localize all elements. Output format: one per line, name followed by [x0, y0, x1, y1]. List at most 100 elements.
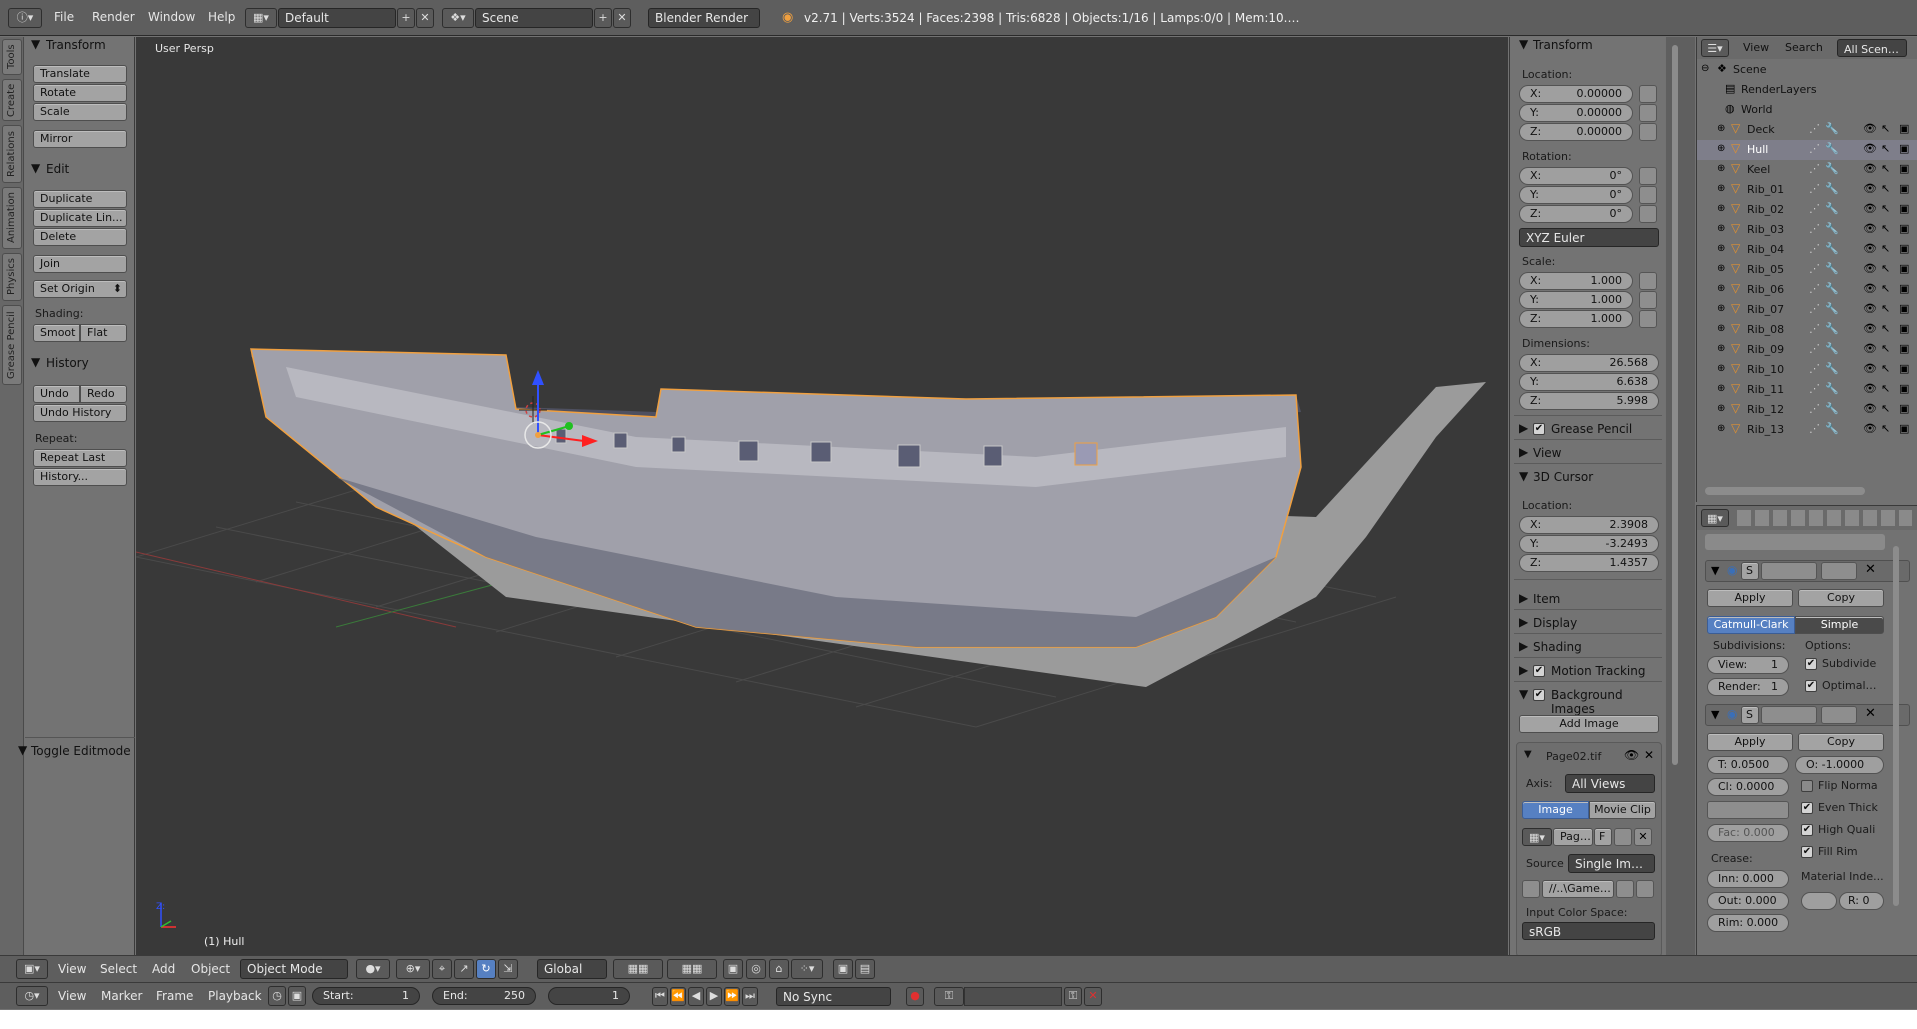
tab-animation[interactable]: Animation	[2, 187, 22, 249]
expand-icon[interactable]: ▶	[1519, 639, 1528, 653]
object-menu[interactable]: Object	[191, 962, 230, 976]
lock-icon[interactable]	[1639, 167, 1657, 185]
clamp-field[interactable]: Cl: 0.0000	[1707, 778, 1789, 796]
rim-material-field[interactable]: R: 0	[1839, 892, 1884, 910]
redo-button[interactable]: Redo	[80, 385, 127, 403]
undo-history-button[interactable]: Undo History	[33, 404, 127, 422]
transform-orientation-dropdown[interactable]: Global	[537, 959, 607, 979]
cursor-select-icon[interactable]: ↖	[1881, 362, 1890, 375]
scale-z-field[interactable]: Z: 1.000	[1519, 310, 1633, 328]
editor-type-properties-icon[interactable]: ▦▾	[1701, 509, 1729, 527]
menu-window[interactable]: Window	[148, 10, 195, 24]
collapse-icon[interactable]: ⊖	[1701, 63, 1709, 74]
expand-icon[interactable]: ▶	[1519, 615, 1528, 629]
add-scene-icon[interactable]: +	[594, 8, 612, 28]
context-tabs[interactable]	[1737, 510, 1912, 526]
outliner-object-row[interactable]: ⊕ ▽ Rib_13 ⋰ 🔧 👁 ↖ ▣	[1697, 420, 1917, 440]
outliner-object-row[interactable]: ⊕ ▽ Rib_02 ⋰ 🔧 👁 ↖ ▣	[1697, 200, 1917, 220]
layers-grid-b[interactable]: ▦▦	[667, 959, 717, 979]
set-origin-dropdown[interactable]: Set Origin ⬍	[33, 280, 127, 298]
cursor-select-icon[interactable]: ↖	[1881, 122, 1890, 135]
select-menu[interactable]: Select	[100, 962, 137, 976]
visibility-toggles[interactable]	[1761, 562, 1817, 580]
jump-start-icon[interactable]: ⏮	[652, 987, 668, 1006]
add-menu[interactable]: Add	[152, 962, 175, 976]
collapse-icon[interactable]: ▼	[1711, 708, 1719, 721]
copy-button[interactable]: Copy	[1798, 589, 1884, 607]
crease-outer-field[interactable]: Out: 0.000	[1707, 892, 1789, 910]
edit-collapse-icon[interactable]: ▼	[31, 161, 40, 175]
scale-y-field[interactable]: Y: 1.000	[1519, 291, 1633, 309]
translate-button[interactable]: Translate	[33, 65, 127, 83]
undo-button[interactable]: Undo	[33, 385, 80, 403]
eye-icon[interactable]: 👁	[1863, 402, 1877, 415]
camera-render-icon[interactable]: ▣	[1899, 142, 1909, 155]
rotation-mode-dropdown[interactable]: XYZ Euler	[1519, 228, 1659, 247]
dimension-x-field[interactable]: X: 26.568	[1519, 354, 1659, 372]
history-button[interactable]: History...	[33, 468, 127, 486]
browse-file-icon[interactable]	[1616, 880, 1634, 898]
cursor-select-icon[interactable]: ↖	[1881, 282, 1890, 295]
copy-button[interactable]: Copy	[1798, 733, 1884, 751]
sync-mode-dropdown[interactable]: No Sync	[776, 987, 891, 1006]
tab-create[interactable]: Create	[2, 79, 22, 121]
item-panel[interactable]: Item	[1533, 592, 1560, 606]
camera-render-icon[interactable]: ▣	[1899, 402, 1909, 415]
cursor-select-icon[interactable]: ↖	[1881, 302, 1890, 315]
start-frame-field[interactable]: Start: 1	[312, 987, 420, 1005]
move-modifier-icons[interactable]	[1821, 706, 1857, 724]
grease-pencil-checkbox[interactable]: ✔	[1533, 423, 1545, 435]
cursor-select-icon[interactable]: ↖	[1881, 342, 1890, 355]
cursor-select-icon[interactable]: ↖	[1881, 182, 1890, 195]
end-frame-field[interactable]: End: 250	[432, 987, 536, 1005]
camera-render-icon[interactable]: ▣	[1899, 162, 1909, 175]
menu-render[interactable]: Render	[92, 10, 135, 24]
eye-icon[interactable]: 👁	[1863, 282, 1877, 295]
editor-type-3d-icon[interactable]: ▣▾	[16, 959, 48, 979]
expand-icon[interactable]: ▶	[1519, 445, 1528, 459]
lock-icon[interactable]	[1639, 186, 1657, 204]
cursor-y-field[interactable]: Y: -3.2493	[1519, 535, 1659, 553]
outliner-object-row[interactable]: ⊕ ▽ Deck ⋰ 🔧 👁 ↖ ▣	[1697, 120, 1917, 140]
camera-render-icon[interactable]: ▣	[1899, 382, 1909, 395]
eye-icon[interactable]: 👁	[1863, 242, 1877, 255]
jump-end-icon[interactable]: ⏭	[742, 987, 758, 1006]
source-dropdown[interactable]: Single Image	[1568, 854, 1655, 873]
expand-icon[interactable]: ⊕	[1717, 203, 1725, 214]
open-image-icon[interactable]	[1614, 828, 1632, 846]
3d-viewport[interactable]: User Persp Z: (1) Hull	[136, 37, 1508, 957]
outliner-object-row[interactable]: ⊕ ▽ Hull ⋰ 🔧 👁 ↖ ▣	[1697, 140, 1917, 160]
outliner-scene-row[interactable]: ⊖ ❖ Scene	[1697, 60, 1917, 80]
cursor-z-field[interactable]: Z: 1.4357	[1519, 554, 1659, 572]
editor-type-timeline-icon[interactable]: ◷▾	[16, 986, 48, 1006]
scale-x-field[interactable]: X: 1.000	[1519, 272, 1633, 290]
location-z-field[interactable]: Z: 0.00000	[1519, 123, 1633, 141]
eye-icon[interactable]: 👁	[1863, 382, 1877, 395]
background-images-panel[interactable]: Background Images	[1551, 688, 1665, 716]
properties-scrollbar[interactable]	[1672, 45, 1678, 765]
layers-grid-a[interactable]: ▦▦	[613, 959, 663, 979]
move-modifier-icons[interactable]	[1821, 562, 1857, 580]
render-levels-field[interactable]: Render: 1	[1707, 678, 1789, 696]
display-panel[interactable]: Display	[1533, 616, 1577, 630]
expand-icon[interactable]: ⊕	[1717, 423, 1725, 434]
modifiers-scrollbar[interactable]	[1893, 546, 1899, 906]
insert-keyframe-icon[interactable]: ⚿	[1064, 987, 1082, 1006]
remove-screen-icon[interactable]: ✕	[416, 8, 434, 28]
cursor-select-icon[interactable]: ↖	[1881, 402, 1890, 415]
outliner-menu-view[interactable]: View	[1743, 41, 1769, 54]
background-images-checkbox[interactable]: ✔	[1533, 689, 1545, 701]
expand-icon[interactable]: ▶	[1519, 663, 1528, 677]
smooth-shading-button[interactable]: Smoot	[33, 324, 80, 342]
frame-menu[interactable]: Frame	[156, 989, 193, 1003]
rotation-z-field[interactable]: Z: 0°	[1519, 205, 1633, 223]
eye-icon[interactable]: 👁	[1863, 262, 1877, 275]
tab-physics[interactable]: Physics	[2, 253, 22, 301]
expand-icon[interactable]: ⊕	[1717, 123, 1725, 134]
operator-collapse-icon[interactable]: ▼	[18, 743, 27, 757]
outliner-world-row[interactable]: ◍ World	[1697, 100, 1917, 120]
rotation-x-field[interactable]: X: 0°	[1519, 167, 1633, 185]
eye-icon[interactable]: 👁	[1863, 162, 1877, 175]
rotate-manipulator-icon[interactable]: ↻	[476, 959, 496, 979]
cursor-select-icon[interactable]: ↖	[1881, 262, 1890, 275]
